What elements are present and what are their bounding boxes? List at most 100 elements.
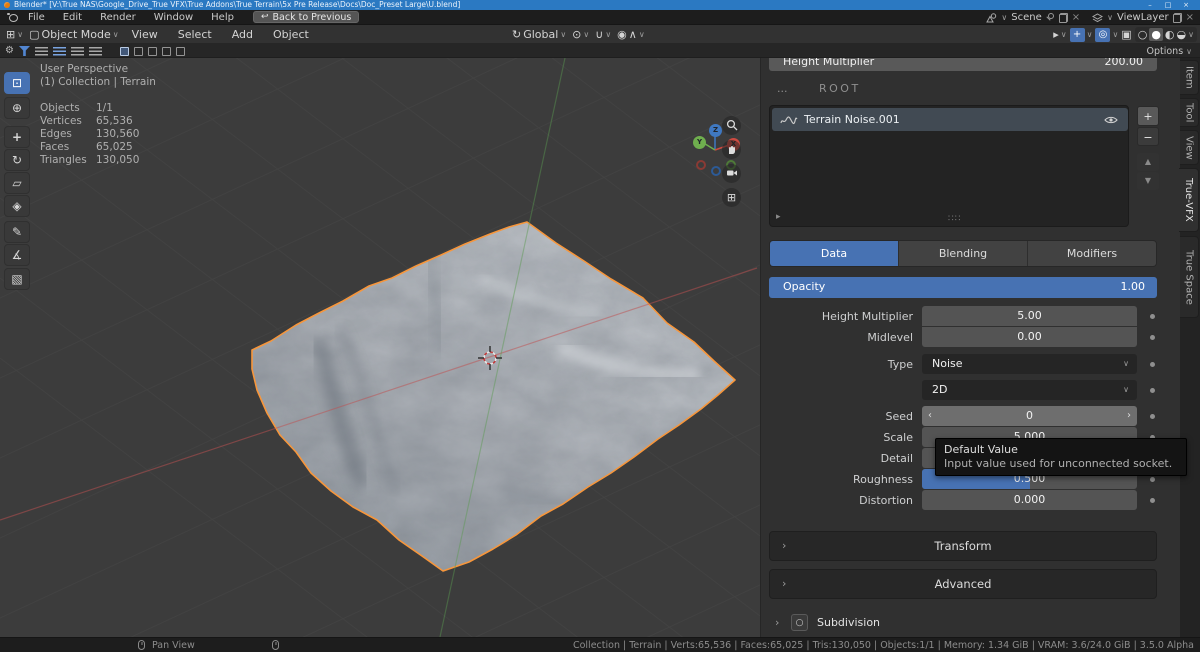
tool-add-cube[interactable]: ▧ xyxy=(4,268,30,290)
pin-icon[interactable] xyxy=(1046,13,1055,22)
camera-view-button[interactable] xyxy=(722,164,741,183)
object-visibility-selector[interactable]: ▸ ∨ xyxy=(1053,29,1066,40)
move-layer-down-button[interactable]: ▼ xyxy=(1137,172,1159,190)
decorator-dot[interactable] xyxy=(1150,335,1155,340)
tool-cursor[interactable]: ⊕ xyxy=(4,97,30,119)
dimension-dropdown[interactable]: 2D ∨ xyxy=(922,380,1137,400)
remove-viewlayer-icon[interactable]: × xyxy=(1186,12,1194,23)
decorator-dot[interactable] xyxy=(1150,498,1155,503)
breadcrumb-root[interactable]: ROOT xyxy=(819,82,861,95)
midlevel-field[interactable]: 0.00 xyxy=(922,327,1137,347)
move-layer-up-button[interactable]: ▲ xyxy=(1137,153,1159,171)
add-layer-button[interactable]: + xyxy=(1137,106,1159,126)
minimize-button[interactable]: – xyxy=(1142,0,1158,10)
menu-render[interactable]: Render xyxy=(100,12,136,23)
filter-icon[interactable] xyxy=(19,46,30,56)
pan-button[interactable] xyxy=(722,140,741,159)
back-to-previous-button[interactable]: ↩ Back to Previous xyxy=(253,11,359,23)
snap-toggle[interactable]: ∪ ∨ xyxy=(595,29,611,40)
decorator-dot[interactable] xyxy=(1150,477,1155,482)
pivot-point-selector[interactable]: ⊙ ∨ xyxy=(572,29,589,40)
list-view-icon[interactable] xyxy=(71,47,84,56)
menu-object[interactable]: Object xyxy=(273,28,309,41)
menu-help[interactable]: Help xyxy=(211,12,234,23)
decorator-dot[interactable] xyxy=(1150,362,1155,367)
eye-icon[interactable] xyxy=(1104,116,1118,124)
shading-solid-button[interactable]: ● xyxy=(1149,28,1163,41)
gizmos-toggle[interactable]: + ∨ xyxy=(1070,28,1093,42)
opacity-slider[interactable]: Opacity 1.00 xyxy=(769,277,1157,298)
menu-edit[interactable]: Edit xyxy=(63,12,82,23)
height-multiplier-top-slider[interactable]: Height Multiplier 200.00 xyxy=(769,58,1157,71)
scene-selector[interactable]: ∨ Scene × xyxy=(982,11,1084,24)
tool-select-box[interactable]: ⊡ xyxy=(4,72,30,94)
new-scene-icon[interactable] xyxy=(1059,13,1068,23)
axis-neg-z-ball[interactable] xyxy=(711,166,721,176)
axis-neg-x-ball[interactable] xyxy=(696,160,706,170)
ortho-toggle-button[interactable]: ⊞ xyxy=(722,188,741,207)
tool-rotate[interactable]: ↻ xyxy=(4,149,30,171)
tab-item[interactable]: Item xyxy=(1180,60,1199,95)
axis-z-ball[interactable]: Z xyxy=(709,124,722,137)
expand-triangle-icon[interactable]: ▸ xyxy=(776,212,781,222)
zoom-button[interactable] xyxy=(722,116,741,135)
selectability-icon[interactable] xyxy=(148,47,157,56)
selectability-icon[interactable] xyxy=(120,47,129,56)
new-viewlayer-icon[interactable] xyxy=(1173,13,1182,23)
seed-stepper[interactable]: ‹ 0 › xyxy=(922,406,1137,426)
xray-toggle[interactable]: ▣ xyxy=(1121,29,1131,40)
tool-transform[interactable]: ◈ xyxy=(4,195,30,217)
terrain-layer-list[interactable]: Terrain Noise.001 ▸ ∷∷ xyxy=(769,105,1129,227)
tool-scale[interactable]: ▱ xyxy=(4,172,30,194)
selectability-icon[interactable] xyxy=(162,47,171,56)
tab-true-space[interactable]: True Space xyxy=(1180,236,1199,318)
selectability-icon[interactable] xyxy=(176,47,185,56)
menu-add[interactable]: Add xyxy=(232,28,253,41)
viewport-3d[interactable]: User Perspective (1) Collection | Terrai… xyxy=(0,58,760,637)
decorator-dot[interactable] xyxy=(1150,314,1155,319)
list-item-terrain-noise[interactable]: Terrain Noise.001 xyxy=(772,108,1128,131)
tool-annotate[interactable]: ✎ xyxy=(4,221,30,243)
editor-type-button[interactable]: ⊞ ∨ xyxy=(6,29,23,40)
overlays-toggle[interactable]: ◎ ∨ xyxy=(1095,28,1118,42)
tab-modifiers[interactable]: Modifiers xyxy=(1028,241,1156,266)
axis-y-ball[interactable]: Y xyxy=(693,136,706,149)
shading-wireframe-button[interactable]: ○ xyxy=(1138,29,1148,40)
menu-view[interactable]: View xyxy=(132,28,158,41)
tab-view[interactable]: View xyxy=(1180,130,1199,165)
viewlayer-selector[interactable]: ∨ ViewLayer × xyxy=(1088,11,1198,24)
selectability-icon[interactable] xyxy=(134,47,143,56)
shading-rendered-button[interactable]: ◒ xyxy=(1177,29,1187,40)
type-dropdown[interactable]: Noise ∨ xyxy=(922,354,1137,374)
unlink-scene-icon[interactable]: × xyxy=(1072,12,1080,23)
breadcrumb-dots[interactable]: ... xyxy=(777,82,788,95)
proportional-editing-toggle[interactable]: ◉ ∧ ∨ xyxy=(617,29,645,40)
transform-orientation-selector[interactable]: ↻ Global ∨ xyxy=(512,28,566,41)
tab-blending[interactable]: Blending xyxy=(899,241,1028,266)
tool-measure[interactable]: ∡ xyxy=(4,244,30,266)
panel-subdivision[interactable]: › ○ Subdivision xyxy=(761,612,1181,637)
tab-true-vfx[interactable]: True-VFX xyxy=(1179,168,1199,232)
decorator-dot[interactable] xyxy=(1150,414,1155,419)
list-view-icon[interactable] xyxy=(35,47,48,56)
app-menu-icon[interactable] xyxy=(7,13,17,21)
maximize-button[interactable]: □ xyxy=(1160,0,1176,10)
menu-window[interactable]: Window xyxy=(154,12,193,23)
stepper-left-icon[interactable]: ‹ xyxy=(928,406,932,426)
menu-select[interactable]: Select xyxy=(178,28,212,41)
menu-file[interactable]: File xyxy=(28,12,45,23)
tool-move[interactable]: + xyxy=(4,126,30,148)
gear-icon[interactable]: ⚙ xyxy=(5,46,14,56)
distortion-field[interactable]: 0.000 xyxy=(922,490,1137,510)
shading-material-button[interactable]: ◐ xyxy=(1165,29,1175,40)
options-dropdown[interactable]: Options ∨ xyxy=(1146,44,1192,58)
close-button[interactable]: × xyxy=(1178,0,1194,10)
panel-advanced[interactable]: › Advanced xyxy=(769,569,1157,599)
stepper-right-icon[interactable]: › xyxy=(1127,406,1131,426)
height-multiplier-field[interactable]: 5.00 xyxy=(922,306,1137,326)
list-view-active-icon[interactable] xyxy=(53,47,66,56)
resize-grip-icon[interactable]: ∷∷ xyxy=(948,214,961,224)
tab-tool[interactable]: Tool xyxy=(1180,98,1199,127)
list-view-icon[interactable] xyxy=(89,47,102,56)
remove-layer-button[interactable]: − xyxy=(1137,127,1159,146)
